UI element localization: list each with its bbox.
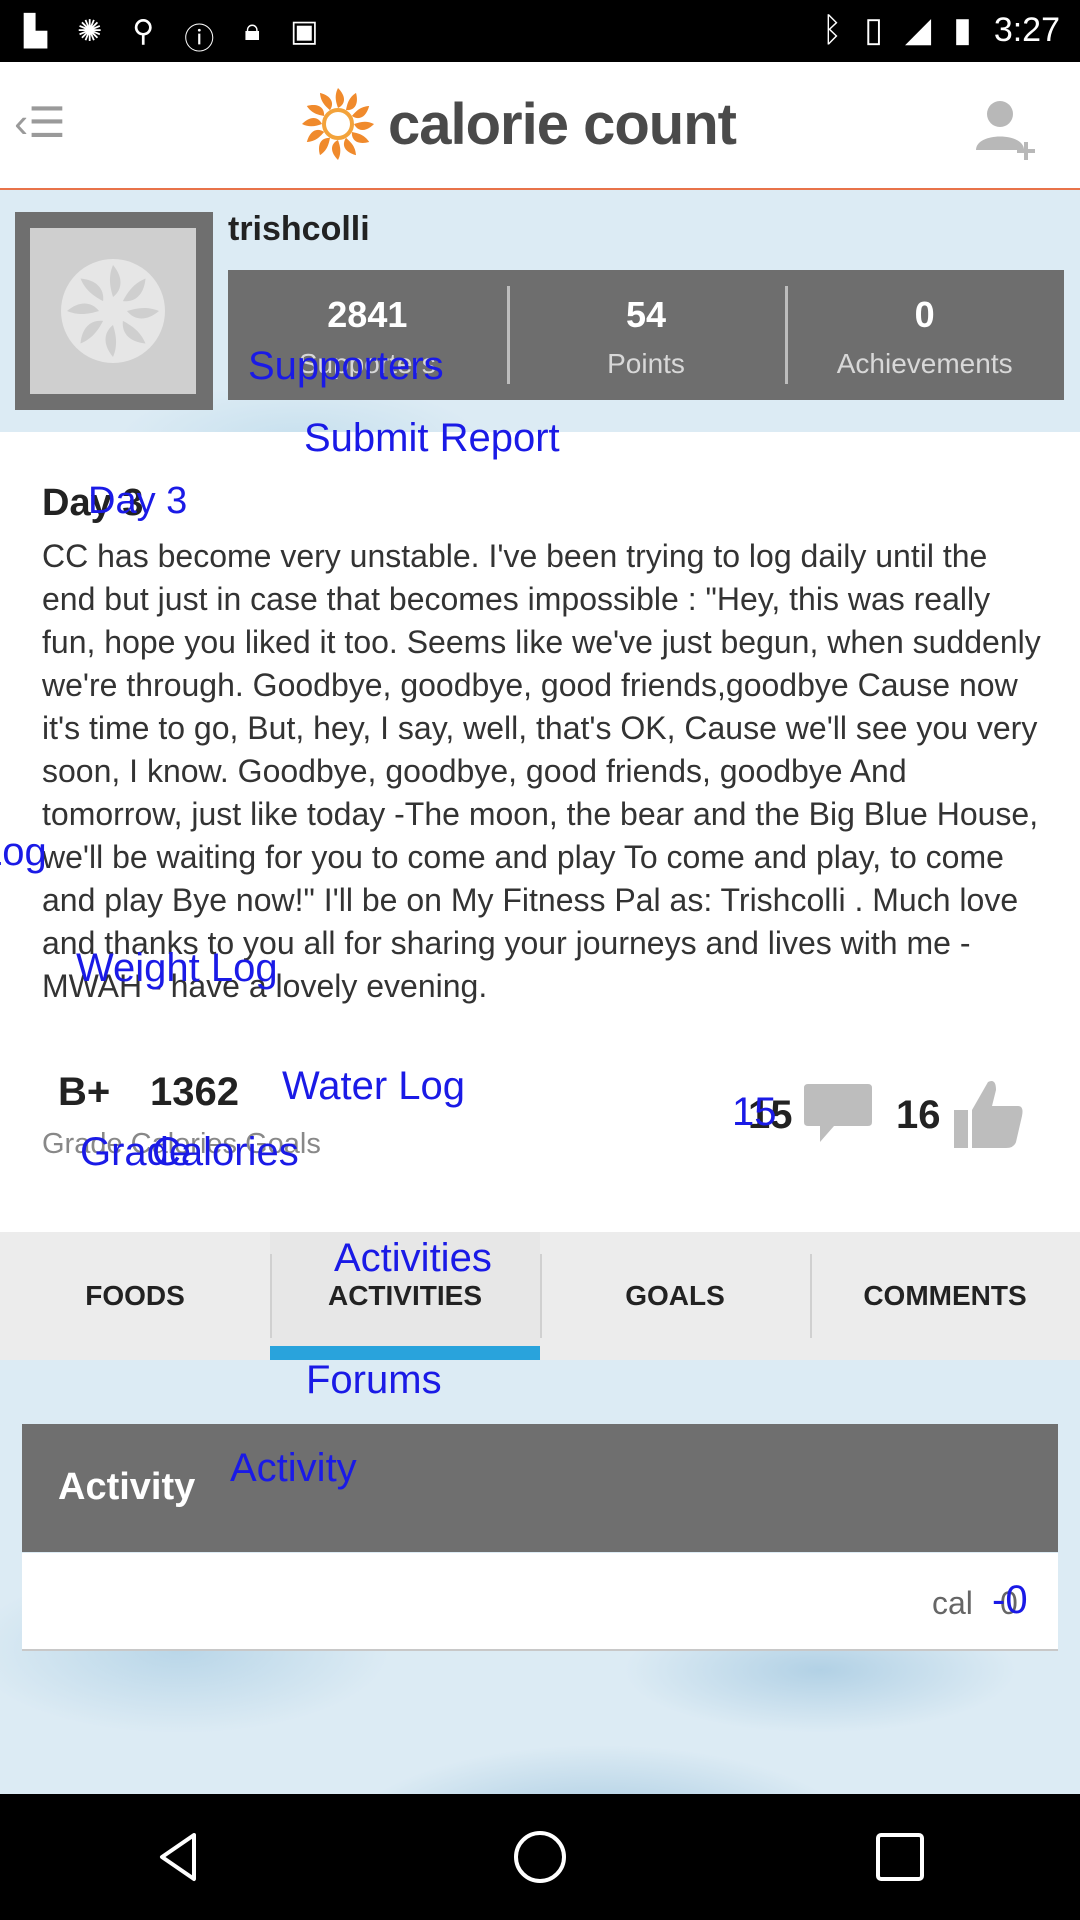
overlay-minus-zero: -0 (992, 1578, 1028, 1622)
like-button[interactable] (952, 1076, 1026, 1152)
calorie-unit: cal (932, 1585, 973, 1621)
battery-icon: ▮ (953, 11, 972, 49)
status-time: 3:27 (993, 10, 1060, 49)
report-body: CC has become very unstable. I've been t… (42, 538, 1041, 1004)
tab-goals[interactable]: GOALS (540, 1232, 810, 1360)
system-nav-bar (0, 1794, 1080, 1920)
tab-foods[interactable]: FOODS (0, 1232, 270, 1360)
overlay-submit-report[interactable]: Submit Report (304, 416, 560, 461)
overlay-calories: Calories (152, 1130, 299, 1174)
overlay-forums[interactable]: Forums (306, 1358, 442, 1403)
tab-label: FOODS (85, 1280, 185, 1311)
add-person-icon (976, 101, 1035, 160)
bluetooth-icon: ᛒ (821, 10, 843, 49)
default-avatar-icon (61, 259, 165, 363)
pinwheel-icon: ✺ (77, 15, 103, 48)
username: trishcolli (228, 210, 370, 248)
overlay-supporters: Supporters (248, 344, 444, 388)
tab-label: COMMENTS (863, 1280, 1027, 1311)
comment-button[interactable] (802, 1080, 874, 1150)
menu-icon: ‹☰ (14, 98, 66, 146)
info-icon: ⓘ (184, 23, 215, 56)
app-title: calorie count (388, 91, 737, 157)
back-icon[interactable] (150, 1827, 210, 1887)
stat-points[interactable]: 54 Points (506, 270, 786, 400)
home-icon[interactable] (510, 1827, 570, 1887)
tab-label: GOALS (625, 1280, 725, 1311)
status-bar: ▙ ✺ ⚲ ⓘ 🔒︎ ▣ ᛒ ▯ ◢ ▮ 3:27 (0, 0, 1080, 62)
signal-icon: ◢ (904, 11, 932, 49)
like-count: 16 (896, 1093, 941, 1137)
notification-icon: ▙ (24, 15, 48, 48)
stat-value: 54 (625, 294, 667, 335)
comment-bubble-icon (804, 1084, 872, 1142)
avatar[interactable] (30, 228, 196, 394)
tab-comments[interactable]: COMMENTS (810, 1232, 1080, 1360)
stat-value: 0 (914, 294, 935, 335)
recents-icon[interactable] (870, 1827, 930, 1887)
overlay-activities[interactable]: Activities (334, 1236, 492, 1281)
add-friend-button[interactable] (972, 94, 1042, 164)
activity-header-label: Activity (58, 1466, 196, 1508)
fake-gps-icon: ⚲ (132, 15, 155, 48)
overlay-activity: Activity (230, 1446, 357, 1490)
stat-achievements[interactable]: 0 Achievements (785, 270, 1064, 400)
calories-value: 1362 (150, 1070, 239, 1114)
app-logo: calorie count (300, 84, 737, 164)
overlay-weight-log[interactable]: Weight Log (76, 946, 278, 991)
stat-value: 2841 (327, 294, 408, 335)
overlay-water-log[interactable]: Water Log (282, 1064, 465, 1109)
stat-label: Achievements (836, 348, 1013, 379)
overlay-log[interactable]: Log (0, 830, 47, 875)
report-tabs: FOODS ACTIVITIES GOALS COMMENTS (0, 1232, 1080, 1360)
tab-label: ACTIVITIES (327, 1280, 482, 1311)
overlay-comments-count: 15 (732, 1090, 777, 1134)
thumbs-up-icon (954, 1081, 1023, 1148)
vibrate-icon: ▯ (864, 11, 883, 49)
activity-total-row (22, 1553, 1058, 1651)
android-icon: ▣ (290, 15, 319, 48)
menu-button[interactable]: ‹☰ (10, 92, 70, 152)
stat-label: Points (607, 348, 685, 379)
sunburst-logo-icon (302, 88, 374, 160)
overlay-day: Day 3 (88, 480, 188, 522)
lock-icon: 🔒︎ (244, 14, 261, 47)
grade-value: B+ (58, 1070, 111, 1114)
